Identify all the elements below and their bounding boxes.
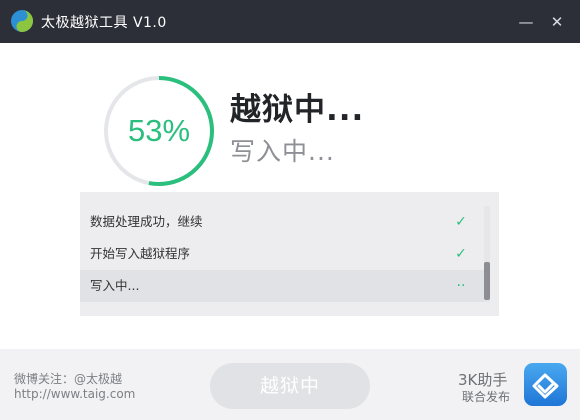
window-title: 太极越狱工具 V1.0 [41,15,167,31]
log-row-text: 写入中... [90,278,140,293]
log-row-text: 数据处理成功，继续 [90,214,203,229]
title-bar: 太极越狱工具 V1.0 — ✕ [0,0,580,43]
check-icon: ✓ [455,246,467,262]
3k-assistant-logo-icon[interactable] [524,363,567,406]
taiji-logo-icon [11,10,33,32]
log-row: 数据处理成功，继续 ✓ [80,206,486,238]
check-icon: ✓ [455,214,467,230]
log-row: 开始写入越狱程序 ✓ [80,238,486,270]
log-scrollbar-thumb[interactable] [484,262,490,300]
weibo-follow-text: 微博关注：@太极越 [14,372,123,386]
partner-name: 3K助手 [458,371,508,389]
close-button[interactable]: ✕ [547,12,567,32]
log-panel: 数据处理成功，继续 ✓ 开始写入越狱程序 ✓ 写入中... ·· [80,192,499,316]
partner-subtitle: 联合发布 [462,390,511,404]
log-row-active: 写入中... ·· [80,270,486,302]
loading-dots-icon: ·· [456,278,466,294]
status-heading: 越狱中... [230,92,365,128]
log-row-text: 开始写入越狱程序 [90,246,191,261]
website-link[interactable]: http://www.taig.com [14,387,135,401]
footer: 微博关注：@太极越 http://www.taig.com 越狱中 3K助手 联… [0,349,580,420]
jailbreak-button[interactable]: 越狱中 [210,363,370,409]
status-subheading: 写入中... [230,137,335,166]
minimize-button[interactable]: — [516,12,536,32]
progress-percent: 53% [127,113,191,148]
